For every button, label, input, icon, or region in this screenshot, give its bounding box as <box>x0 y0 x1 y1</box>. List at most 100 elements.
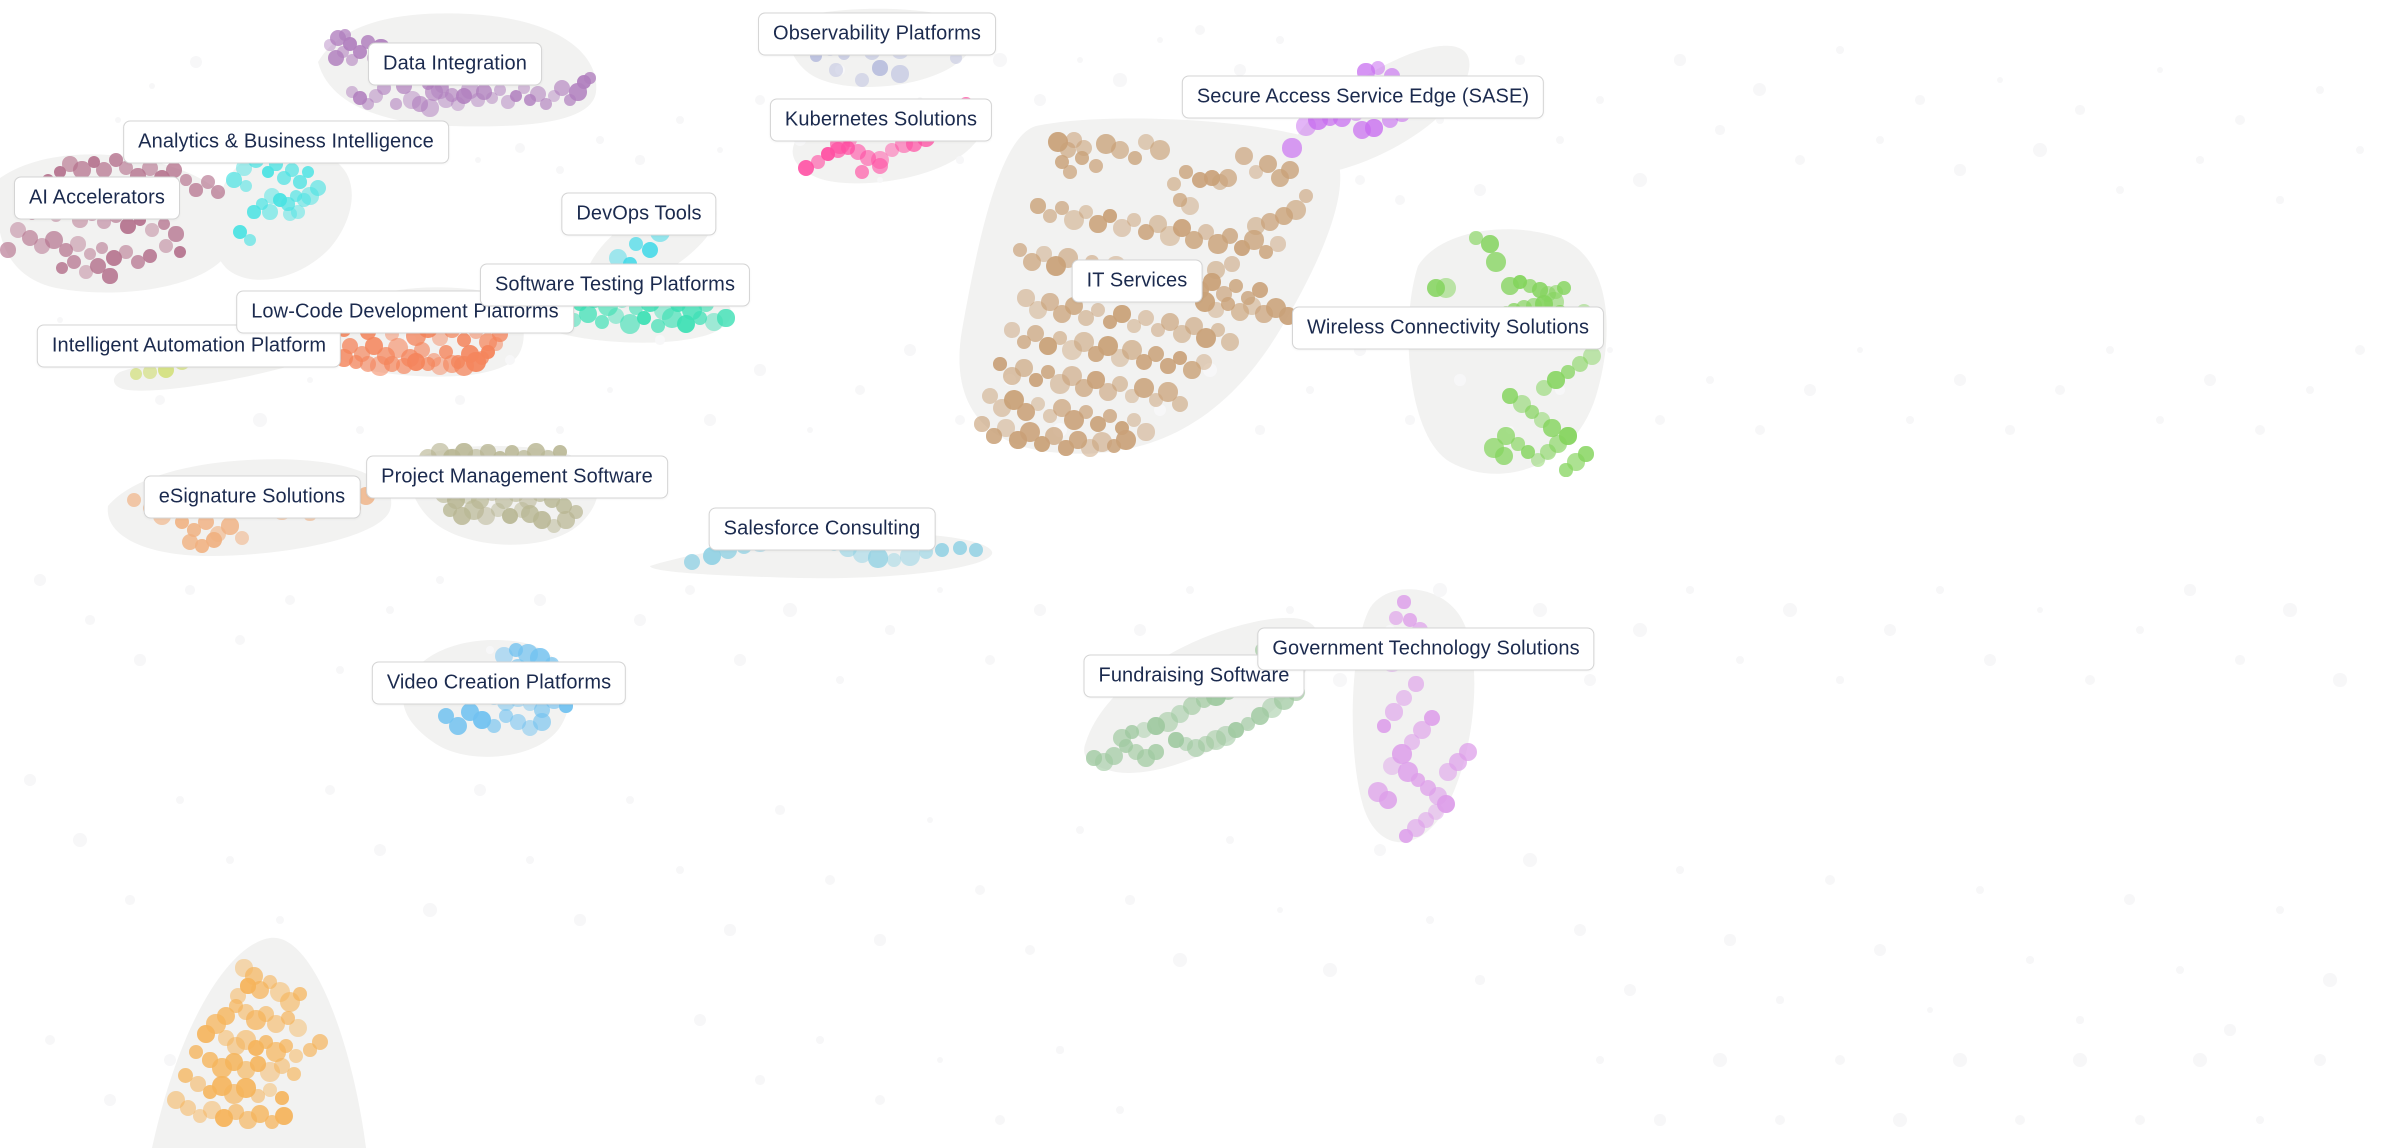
data-point[interactable] <box>953 541 967 555</box>
data-point[interactable] <box>1286 200 1306 220</box>
data-point[interactable] <box>532 712 552 732</box>
data-point[interactable] <box>221 517 239 535</box>
data-point[interactable] <box>1379 791 1397 809</box>
data-point[interactable] <box>1543 419 1561 437</box>
cluster-label-salesforce-consulting[interactable]: Salesforce Consulting <box>708 507 936 551</box>
embedding-map-canvas[interactable]: Data Integration Analytics & Business Int… <box>0 0 2386 1148</box>
data-point[interactable] <box>1578 446 1594 462</box>
data-point[interactable] <box>1377 719 1391 733</box>
data-point[interactable] <box>157 217 171 231</box>
noise-point <box>1893 1113 1907 1127</box>
cluster-label-esignature-solutions[interactable]: eSignature Solutions <box>143 475 361 519</box>
cluster-label-analytics-business-intelligence[interactable]: Analytics & Business Intelligence <box>123 120 449 164</box>
data-point[interactable] <box>102 268 118 284</box>
data-point[interactable] <box>1127 213 1141 227</box>
data-point[interactable] <box>684 554 700 570</box>
data-point[interactable] <box>189 183 203 197</box>
noise-point <box>1783 603 1797 617</box>
data-point[interactable] <box>1559 427 1577 445</box>
data-point[interactable] <box>1282 138 1302 158</box>
data-point[interactable] <box>872 60 888 76</box>
data-point[interactable] <box>247 205 261 219</box>
data-point[interactable] <box>1149 139 1171 161</box>
data-point[interactable] <box>1111 375 1129 393</box>
cluster-label-observability-platforms[interactable]: Observability Platforms <box>758 12 996 56</box>
data-point[interactable] <box>717 309 735 327</box>
data-point[interactable] <box>421 99 439 117</box>
cluster-label-video-creation-platforms[interactable]: Video Creation Platforms <box>371 661 627 705</box>
data-point[interactable] <box>1495 447 1513 465</box>
noise-point <box>2256 1116 2264 1124</box>
data-point[interactable] <box>1583 347 1601 365</box>
data-point[interactable] <box>145 223 159 237</box>
data-point[interactable] <box>70 236 86 252</box>
data-point[interactable] <box>211 185 225 199</box>
data-point[interactable] <box>1486 252 1506 272</box>
data-point[interactable] <box>1137 423 1155 441</box>
data-point[interactable] <box>168 226 184 242</box>
data-point[interactable] <box>1436 278 1456 298</box>
data-point[interactable] <box>1385 703 1403 721</box>
cluster-label-secure-access-service-edge-sase[interactable]: Secure Access Service Edge (SASE) <box>1181 75 1545 119</box>
cluster-label-wireless-connectivity-solutions[interactable]: Wireless Connectivity Solutions <box>1291 306 1605 350</box>
cluster-label-it-services[interactable]: IT Services <box>1071 259 1203 303</box>
data-point[interactable] <box>0 242 16 258</box>
cluster-label-software-testing-platforms[interactable]: Software Testing Platforms <box>479 263 751 307</box>
data-point[interactable] <box>1389 611 1403 625</box>
data-point[interactable] <box>1207 261 1225 279</box>
data-point[interactable] <box>1029 373 1043 387</box>
cluster-label-ai-accelerators[interactable]: AI Accelerators <box>13 176 181 220</box>
data-point[interactable] <box>197 1025 215 1043</box>
noise-point <box>1323 963 1337 977</box>
data-point[interactable] <box>1370 60 1385 75</box>
data-point[interactable] <box>594 314 610 330</box>
data-point[interactable] <box>1399 829 1413 843</box>
data-point[interactable] <box>1179 165 1193 179</box>
data-point[interactable] <box>1063 165 1077 179</box>
data-point[interactable] <box>1224 256 1240 272</box>
data-point[interactable] <box>262 204 278 220</box>
data-point[interactable] <box>206 532 222 548</box>
cluster-label-data-integration[interactable]: Data Integration <box>368 42 542 86</box>
data-point[interactable] <box>855 73 869 87</box>
noise-point <box>24 774 36 786</box>
data-point[interactable] <box>1219 169 1237 187</box>
data-point[interactable] <box>891 65 909 83</box>
data-point[interactable] <box>868 548 888 568</box>
data-point[interactable] <box>1280 160 1299 179</box>
cluster-label-project-management-software[interactable]: Project Management Software <box>366 455 668 499</box>
data-point[interactable] <box>1086 750 1102 766</box>
noise-point <box>1194 24 1206 36</box>
data-point[interactable] <box>1270 236 1286 252</box>
data-point[interactable] <box>95 241 108 254</box>
data-point[interactable] <box>584 72 596 84</box>
cluster-label-government-technology-solutions[interactable]: Government Technology Solutions <box>1257 627 1595 671</box>
data-point[interactable] <box>1481 235 1499 253</box>
data-point[interactable] <box>1220 332 1240 352</box>
data-point[interactable] <box>275 1091 289 1105</box>
noise-point <box>1633 173 1647 187</box>
cluster-label-devops-tools[interactable]: DevOps Tools <box>561 192 717 236</box>
data-point[interactable] <box>1408 676 1424 692</box>
data-point[interactable] <box>829 63 843 77</box>
cluster-label-kubernetes-solutions[interactable]: Kubernetes Solutions <box>769 98 993 142</box>
data-point[interactable] <box>1365 119 1383 137</box>
data-point[interactable] <box>390 98 402 110</box>
data-point[interactable] <box>513 501 531 519</box>
data-point[interactable] <box>309 179 327 197</box>
data-point[interactable] <box>291 205 305 219</box>
data-point[interactable] <box>1116 430 1136 450</box>
data-point[interactable] <box>1397 595 1411 609</box>
noise-point <box>903 343 916 356</box>
noise-point <box>1426 916 1434 924</box>
data-point[interactable] <box>174 246 186 258</box>
data-point[interactable] <box>189 1045 203 1059</box>
data-point[interactable] <box>1111 141 1129 159</box>
data-point[interactable] <box>292 986 307 1001</box>
data-point[interactable] <box>119 245 133 259</box>
data-point[interactable] <box>226 172 242 188</box>
data-point[interactable] <box>1195 353 1213 371</box>
data-point[interactable] <box>126 492 142 508</box>
data-point[interactable] <box>637 311 651 325</box>
data-point[interactable] <box>1004 322 1020 338</box>
